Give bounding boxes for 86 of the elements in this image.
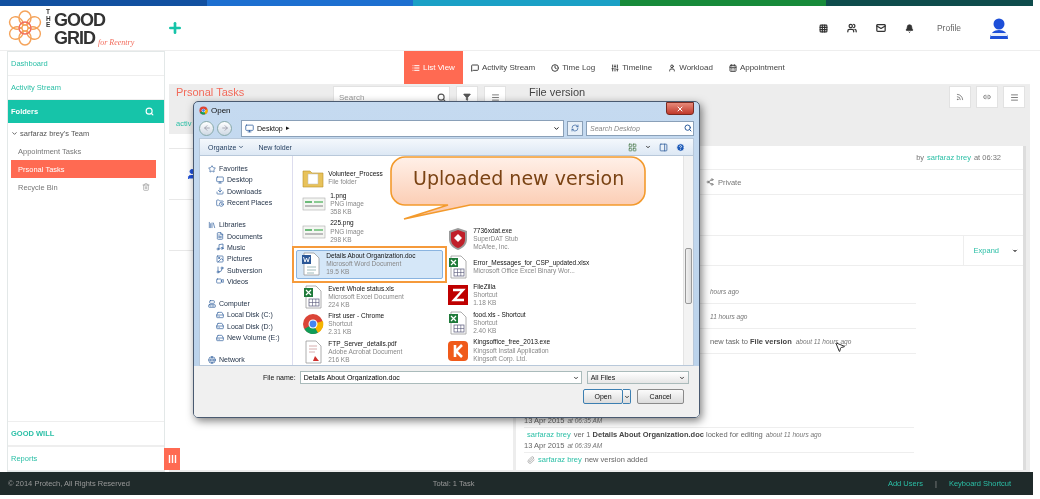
logo-text: GRID [54, 28, 95, 47]
sliders-icon [611, 63, 620, 72]
calendar-icon [728, 63, 737, 72]
video-icon [216, 277, 224, 286]
monitor-icon [216, 175, 224, 184]
columns-icon [167, 454, 177, 464]
view-icon[interactable] [628, 142, 637, 152]
scrollbar[interactable] [683, 156, 693, 365]
help-icon[interactable] [676, 142, 685, 152]
download-icon [216, 187, 224, 196]
panel-toggle-button[interactable] [164, 448, 180, 470]
music-icon [216, 243, 224, 252]
link-button[interactable] [976, 86, 998, 108]
caret-icon [623, 393, 630, 400]
search-icon[interactable] [145, 107, 154, 116]
spreadsheet-icon [302, 284, 325, 309]
share-icon [706, 178, 714, 186]
back-button[interactable] [199, 120, 214, 136]
star-icon [208, 164, 216, 173]
close-icon [676, 104, 684, 113]
computer-icon [208, 299, 216, 308]
link-icon [983, 93, 991, 101]
users-icon[interactable] [846, 23, 857, 33]
paperclip-icon [527, 455, 535, 464]
list-icon [412, 63, 420, 72]
filter-icon [463, 93, 471, 101]
installer-icon [447, 339, 470, 362]
logo-icon [7, 10, 43, 46]
bell-icon[interactable] [904, 23, 914, 33]
refresh-icon [571, 124, 579, 132]
drive-icon [216, 322, 224, 331]
browser-icon [302, 313, 325, 336]
folder-icon [302, 167, 325, 189]
view-tab[interactable]: Workload [660, 51, 721, 84]
globe-icon [208, 355, 216, 364]
folder-icon [216, 198, 224, 207]
apps-grid-icon[interactable] [818, 23, 828, 33]
view-tab[interactable]: Timeline [603, 51, 661, 84]
add-icon[interactable] [167, 20, 184, 36]
view-tab[interactable]: Activity Stream [462, 51, 544, 84]
clock-icon [551, 63, 560, 72]
panel-title: Prsonal Tasks [176, 86, 246, 98]
close-button[interactable] [666, 102, 694, 115]
view-tab[interactable]: Appointment [720, 51, 793, 84]
dialog-title: Open [211, 105, 231, 115]
user-icon [668, 63, 677, 72]
open-options-button[interactable] [623, 389, 631, 404]
spreadsheet-icon [447, 310, 470, 335]
logo-text: GOOD [54, 10, 107, 29]
image-icon [216, 254, 224, 263]
browser-icon [199, 105, 208, 115]
chat-icon [470, 63, 479, 72]
search-icon [684, 124, 692, 132]
caret-icon[interactable] [645, 144, 651, 150]
spreadsheet-icon [447, 255, 470, 280]
menu-icon [490, 92, 500, 102]
shield-icon [447, 227, 470, 252]
preview-pane-icon[interactable] [659, 142, 668, 152]
forward-arrow-icon [220, 124, 229, 132]
caret-icon [553, 124, 560, 132]
view-tab[interactable]: Time Log [543, 51, 604, 84]
mail-icon[interactable] [875, 23, 886, 33]
back-arrow-icon [202, 124, 211, 132]
app-shortcut-icon [447, 284, 470, 306]
caret-icon[interactable] [11, 130, 18, 137]
library-icon [208, 220, 216, 229]
search-icon [437, 92, 446, 102]
caret-icon [238, 144, 245, 150]
forward-button[interactable] [217, 120, 232, 136]
logo-tagline: for Reentry [98, 38, 135, 47]
panel-title: File version [529, 86, 587, 98]
profile-link[interactable]: Profile [936, 23, 961, 33]
menu-icon [1009, 92, 1019, 102]
callout-text: Uploaded new version [413, 167, 625, 189]
refresh-button[interactable] [567, 120, 583, 136]
document-icon [216, 232, 224, 241]
feed-button[interactable] [949, 86, 971, 108]
avatar[interactable] [988, 17, 1010, 39]
monitor-icon [245, 123, 254, 133]
drive-icon [216, 333, 224, 342]
document-icon [300, 252, 323, 277]
caret-icon[interactable] [572, 374, 579, 381]
rss-icon [956, 93, 964, 101]
caret-icon [678, 374, 685, 381]
drive-icon [216, 310, 224, 319]
branch-icon [216, 266, 224, 274]
